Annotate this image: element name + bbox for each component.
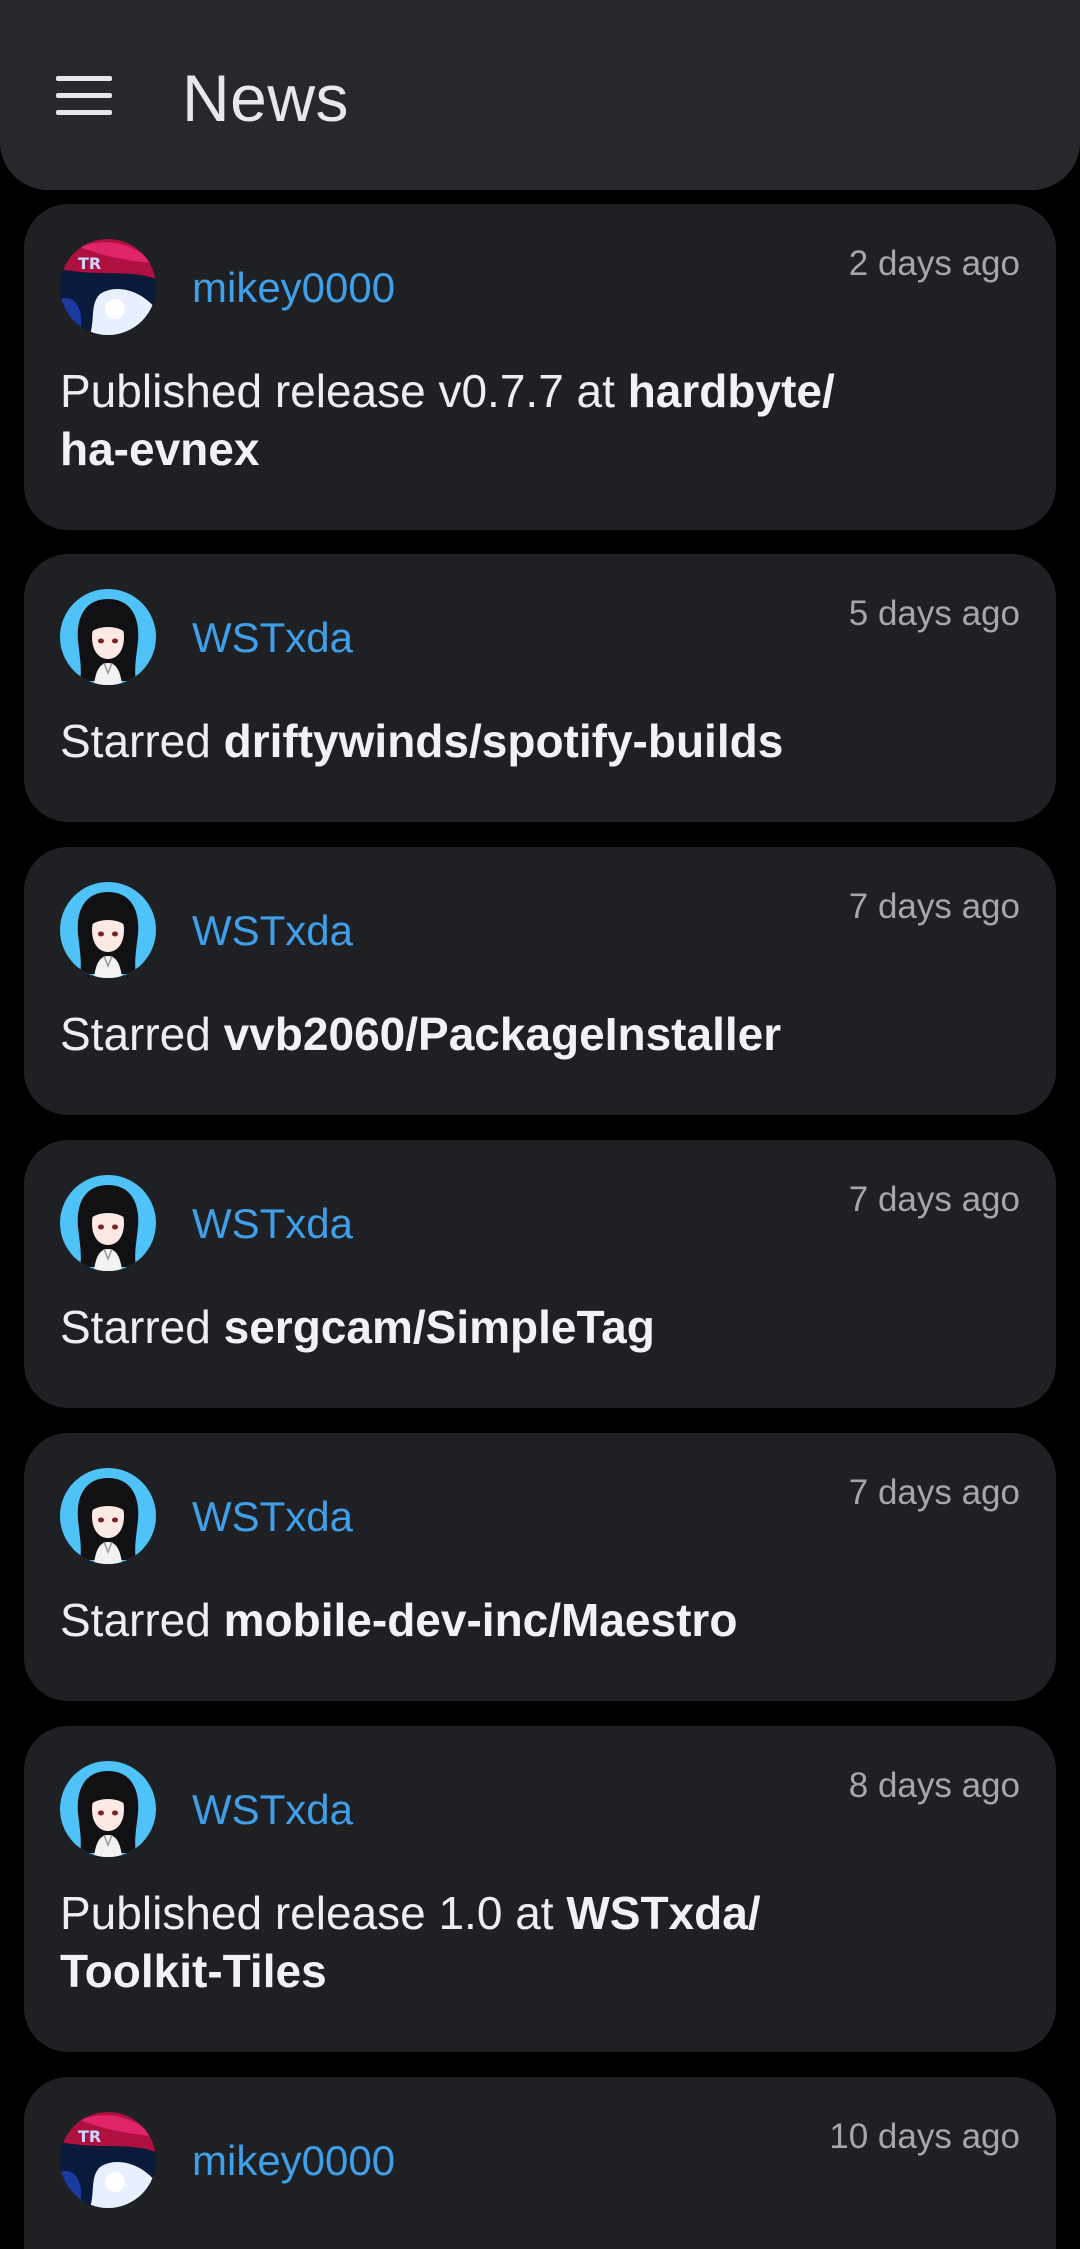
repo-link[interactable]: mobile-dev-inc/Maestro xyxy=(224,1594,738,1646)
svg-text:TR: TR xyxy=(78,254,101,273)
event-description: Starred vvb2060/PackageInstaller xyxy=(60,1005,1020,1063)
svg-text:TR: TR xyxy=(78,2127,101,2146)
anime-girl-avatar-icon xyxy=(60,1761,156,1857)
news-screen: News TR mikey0000 2 days ago Published r… xyxy=(0,0,1080,2249)
username-link[interactable]: mikey0000 xyxy=(192,2135,395,2187)
event-action: Starred xyxy=(60,1301,224,1353)
feed-item[interactable]: WSTxda 5 days ago Starred driftywinds/sp… xyxy=(24,554,1056,822)
event-description: Published release 1.0 at WSTxda/Toolkit-… xyxy=(60,1884,1020,2000)
username-link[interactable]: WSTxda xyxy=(192,1491,353,1543)
feed-item[interactable]: WSTxda 7 days ago Starred vvb2060/Packag… xyxy=(24,847,1056,1115)
user-avatar[interactable]: TR xyxy=(60,239,156,335)
event-description: Starred driftywinds/spotify-builds xyxy=(60,712,1020,770)
timestamp: 2 days ago xyxy=(848,244,1020,283)
username-link[interactable]: WSTxda xyxy=(192,612,353,664)
username-link[interactable]: WSTxda xyxy=(192,905,353,957)
timestamp: 7 days ago xyxy=(848,887,1020,926)
user-avatar[interactable] xyxy=(60,589,156,685)
event-description: Starred sergcam/SimpleTag xyxy=(60,1298,1020,1356)
username-link[interactable]: WSTxda xyxy=(192,1198,353,1250)
event-action: Published release 1.0 at xyxy=(60,1887,567,1939)
user-avatar[interactable] xyxy=(60,1468,156,1564)
hamburger-menu-icon xyxy=(56,76,112,115)
event-description: Published release v0.7.7 at hardbyte/ha-… xyxy=(60,362,1020,478)
timestamp: 8 days ago xyxy=(848,1766,1020,1805)
timestamp: 10 days ago xyxy=(829,2117,1020,2156)
repo-link[interactable]: driftywinds/spotify-builds xyxy=(224,715,784,767)
user-avatar[interactable] xyxy=(60,882,156,978)
user-avatar[interactable]: TR xyxy=(60,2112,156,2208)
feed-item[interactable]: WSTxda 8 days ago Published release 1.0 … xyxy=(24,1726,1056,2052)
feed-item[interactable]: TR mikey0000 10 days ago xyxy=(24,2077,1056,2249)
username-link[interactable]: mikey0000 xyxy=(192,262,395,314)
timestamp: 7 days ago xyxy=(848,1180,1020,1219)
anime-girl-avatar-icon xyxy=(60,1175,156,1271)
feed-item[interactable]: WSTxda 7 days ago Starred mobile-dev-inc… xyxy=(24,1433,1056,1701)
anime-girl-avatar-icon xyxy=(60,1468,156,1564)
red-blue-avatar-icon: TR xyxy=(60,2112,156,2208)
timestamp: 5 days ago xyxy=(848,594,1020,633)
feed-item[interactable]: TR mikey0000 2 days ago Published releas… xyxy=(24,204,1056,530)
event-action: Starred xyxy=(60,1008,224,1060)
feed-item[interactable]: WSTxda 7 days ago Starred sergcam/Simple… xyxy=(24,1140,1056,1408)
red-blue-avatar-icon: TR xyxy=(60,239,156,335)
event-action: Starred xyxy=(60,715,224,767)
anime-girl-avatar-icon xyxy=(60,589,156,685)
user-avatar[interactable] xyxy=(60,1175,156,1271)
event-action: Published release v0.7.7 at xyxy=(60,365,628,417)
repo-link[interactable]: vvb2060/PackageInstaller xyxy=(224,1008,781,1060)
page-title: News xyxy=(182,61,350,135)
user-avatar[interactable] xyxy=(60,1761,156,1857)
repo-link[interactable]: sergcam/SimpleTag xyxy=(224,1301,655,1353)
event-action: Starred xyxy=(60,1594,224,1646)
menu-button[interactable] xyxy=(40,52,128,140)
event-description: Starred mobile-dev-inc/Maestro xyxy=(60,1591,1020,1649)
anime-girl-avatar-icon xyxy=(60,882,156,978)
timestamp: 7 days ago xyxy=(848,1473,1020,1512)
username-link[interactable]: WSTxda xyxy=(192,1784,353,1836)
top-app-bar: News xyxy=(0,0,1080,190)
